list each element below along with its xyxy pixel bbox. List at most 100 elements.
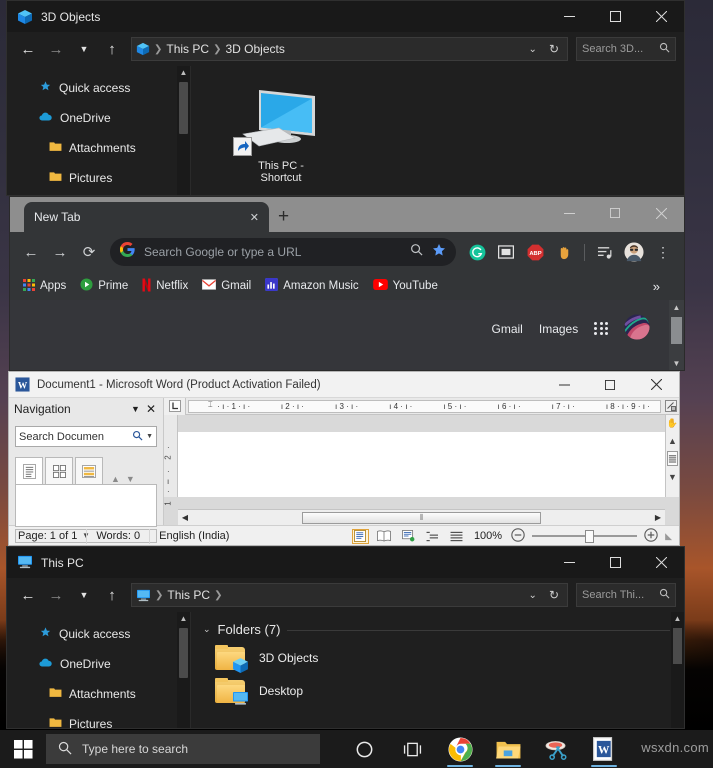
- chrome-menu-icon[interactable]: ⋮: [650, 239, 676, 265]
- document-page[interactable]: [178, 432, 665, 497]
- refresh-icon[interactable]: ↻: [545, 42, 563, 56]
- scroll-up-icon[interactable]: ▲: [669, 300, 684, 315]
- list-item-3d-objects[interactable]: 3D Objects: [191, 637, 684, 670]
- google-chrome-icon[interactable]: [436, 730, 484, 768]
- new-tab-plus-icon[interactable]: +: [278, 207, 289, 226]
- chevron-down-icon[interactable]: ⌄: [525, 44, 541, 55]
- word-document-area[interactable]: · ı · 1 · ı · ı 2 · ı · ı 3 · ı · ı 4 · …: [164, 398, 679, 525]
- google-homepage-header[interactable]: Gmail Images: [10, 300, 684, 343]
- close-icon[interactable]: [638, 547, 684, 578]
- taskbar[interactable]: Type here to search: [0, 730, 713, 768]
- resize-grip-icon[interactable]: ◣: [665, 531, 672, 542]
- address-bar[interactable]: ❯ This PC ❯ ⌄ ↻: [131, 583, 568, 607]
- sidebar-item-quick-access[interactable]: Quick access: [7, 76, 190, 100]
- pages-tab-icon[interactable]: [45, 457, 73, 484]
- navigation-pane[interactable]: Navigation ▼ ✕ Search Documen ▼: [9, 398, 164, 525]
- taskbar-search-box[interactable]: Type here to search: [46, 734, 320, 764]
- sidebar-item-attachments[interactable]: Attachments: [7, 682, 190, 706]
- minimize-icon[interactable]: [541, 372, 587, 398]
- web-layout-icon[interactable]: [400, 529, 417, 544]
- scroll-down-icon[interactable]: ▼: [669, 356, 684, 371]
- up-icon[interactable]: ↑: [99, 36, 125, 62]
- search-box-this-pc[interactable]: Search Thi...: [576, 583, 676, 607]
- picture-in-picture-icon[interactable]: [493, 239, 519, 265]
- outline-icon[interactable]: [424, 529, 441, 544]
- navigation-results-list[interactable]: [15, 485, 157, 527]
- search-icon[interactable]: [132, 430, 143, 444]
- bookmark-netflix[interactable]: Netflix: [137, 276, 193, 297]
- maximize-icon[interactable]: [587, 372, 633, 398]
- scrollbar-thumb[interactable]: [671, 317, 682, 344]
- chrome-window-controls[interactable]: [546, 197, 684, 229]
- chevron-down-icon[interactable]: ▼: [125, 404, 146, 414]
- recent-locations-icon[interactable]: ▼: [71, 36, 97, 62]
- previous-icon[interactable]: ▲: [111, 474, 120, 484]
- google-link-images[interactable]: Images: [539, 322, 578, 336]
- sidebar-scrollbar[interactable]: ▲: [177, 66, 190, 195]
- window-explorer-3d-objects[interactable]: 3D Objects ← → ▼ ↑: [6, 0, 685, 196]
- list-item-this-pc-shortcut[interactable]: This PC - Shortcut: [227, 86, 335, 184]
- file-explorer-icon[interactable]: [484, 730, 532, 768]
- scroll-up-icon[interactable]: ▲: [177, 66, 190, 79]
- windows-start-icon[interactable]: [0, 730, 46, 768]
- bookmark-amazon-music[interactable]: Amazon Music: [260, 276, 363, 296]
- back-icon[interactable]: ←: [18, 239, 44, 265]
- maximize-icon[interactable]: [592, 547, 638, 578]
- window-controls[interactable]: [541, 372, 679, 398]
- sidebar-scrollbar[interactable]: ▲: [177, 612, 190, 728]
- sidebar-item-pictures[interactable]: Pictures: [7, 166, 190, 190]
- scroll-up-icon[interactable]: ▲: [666, 432, 679, 449]
- back-icon[interactable]: ←: [15, 36, 41, 62]
- zoom-slider[interactable]: [532, 529, 637, 543]
- forward-icon[interactable]: →: [43, 36, 69, 62]
- zoom-out-icon[interactable]: [511, 528, 525, 545]
- microsoft-word-icon[interactable]: W: [580, 730, 628, 768]
- word-status-bar[interactable]: Page: 1 of 1 Words: 0 English (India): [9, 525, 679, 546]
- search-box-3d-objects[interactable]: Search 3D...: [576, 37, 676, 61]
- close-icon[interactable]: [633, 372, 679, 398]
- taskbar-items[interactable]: W: [340, 730, 628, 768]
- google-link-gmail[interactable]: Gmail: [492, 322, 523, 336]
- minimize-icon[interactable]: [546, 197, 592, 229]
- forward-icon[interactable]: →: [43, 582, 69, 608]
- bookmark-gmail[interactable]: Gmail: [197, 277, 256, 295]
- google-account-avatar[interactable]: [624, 314, 650, 343]
- bookmark-youtube[interactable]: YouTube: [368, 277, 443, 295]
- sidebar-item-pictures[interactable]: Pictures: [7, 712, 190, 729]
- list-item-desktop[interactable]: Desktop: [191, 670, 684, 703]
- next-icon[interactable]: ▼: [126, 474, 135, 484]
- sidebar-item-quick-access[interactable]: Quick access: [7, 622, 190, 646]
- full-screen-reading-icon[interactable]: [376, 529, 393, 544]
- window-google-chrome[interactable]: New Tab ✕ + ← → ⟳: [9, 196, 685, 371]
- maximize-icon[interactable]: [592, 197, 638, 229]
- minimize-icon[interactable]: [546, 1, 592, 32]
- print-layout-icon[interactable]: [352, 529, 369, 544]
- document-horizontal-scrollbar[interactable]: ◀ ⦀ ▶: [178, 509, 665, 525]
- explorer-content-3d-objects[interactable]: This PC - Shortcut: [191, 66, 684, 195]
- bookmark-apps[interactable]: Apps: [18, 277, 71, 296]
- group-header-folders[interactable]: ⌄ Folders (7): [191, 612, 684, 637]
- ruler-strip[interactable]: · ı · 1 · ı · ı 2 · ı · ı 3 · ı · ı 4 · …: [188, 400, 661, 413]
- address-bar[interactable]: ❯ This PC ❯ 3D Objects ⌄ ↻: [131, 37, 568, 61]
- window-controls[interactable]: [546, 1, 684, 32]
- sidebar-item-onedrive[interactable]: OneDrive: [7, 652, 190, 676]
- chrome-tab-strip[interactable]: New Tab ✕ +: [10, 197, 684, 232]
- status-page-count[interactable]: Page: 1 of 1: [9, 529, 87, 544]
- sidebar-item-onedrive[interactable]: OneDrive: [7, 106, 190, 130]
- results-tab-icon[interactable]: [75, 457, 103, 484]
- zoom-in-icon[interactable]: [644, 528, 658, 545]
- select-browse-object-icon[interactable]: [663, 399, 679, 413]
- chrome-toolbar[interactable]: ← → ⟳ Search Google or type a URL: [10, 232, 684, 272]
- chevron-down-icon[interactable]: ⌄: [203, 624, 211, 635]
- search-icon[interactable]: [410, 243, 423, 261]
- sidebar-item-attachments[interactable]: Attachments: [7, 136, 190, 160]
- cortana-icon[interactable]: [340, 730, 388, 768]
- honey-hand-icon[interactable]: [551, 239, 577, 265]
- minimize-icon[interactable]: [546, 547, 592, 578]
- tab-stop-L-icon[interactable]: [164, 398, 186, 415]
- scrollbar-thumb[interactable]: [179, 82, 188, 134]
- scrollbar-thumb[interactable]: ⦀: [302, 512, 541, 524]
- status-language[interactable]: English (India): [150, 529, 238, 544]
- zoom-level[interactable]: 100%: [472, 530, 504, 542]
- hand-icon[interactable]: ✋: [666, 415, 679, 432]
